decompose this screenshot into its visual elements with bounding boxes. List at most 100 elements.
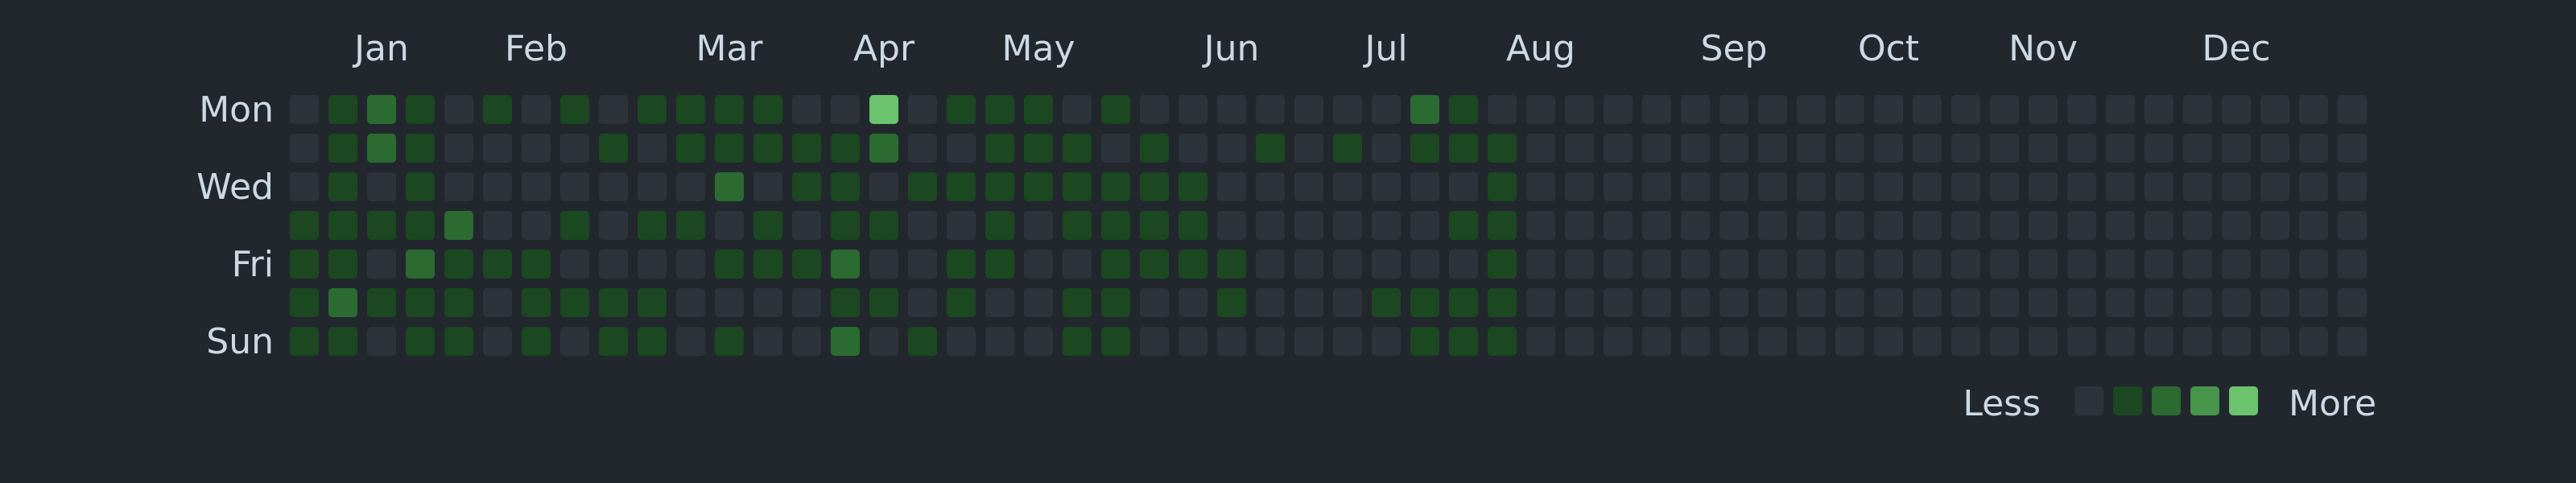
heatmap-cell <box>985 134 1014 163</box>
heatmap-cell <box>1913 327 1942 356</box>
heatmap-cell <box>2183 211 2212 240</box>
heatmap-cell <box>1449 327 1478 356</box>
heatmap-cell <box>792 288 821 317</box>
heatmap-cell <box>2299 327 2328 356</box>
heatmap-cell <box>2029 134 2058 163</box>
heatmap-cell <box>560 327 589 356</box>
heatmap-cell <box>1604 134 1633 163</box>
heatmap-cell <box>2222 288 2251 317</box>
heatmap-cell <box>1449 134 1478 163</box>
heatmap-cell <box>638 250 667 279</box>
heatmap-cell <box>328 95 357 124</box>
heatmap-cell <box>367 211 396 240</box>
heatmap-cell <box>1604 95 1633 124</box>
heatmap-cell <box>715 95 744 124</box>
heatmap-cell <box>1681 327 1710 356</box>
heatmap-cell <box>676 288 705 317</box>
heatmap-cell <box>2183 172 2212 201</box>
heatmap-cell <box>2067 327 2096 356</box>
heatmap-cell <box>406 172 435 201</box>
heatmap-cell <box>2299 250 2328 279</box>
heatmap-cell <box>1372 95 1401 124</box>
contribution-grid <box>290 95 2367 356</box>
heatmap-cell <box>985 211 1014 240</box>
heatmap-cell <box>638 211 667 240</box>
heatmap-cell <box>1565 172 1594 201</box>
heatmap-cell <box>2338 250 2367 279</box>
heatmap-cell <box>1758 211 1787 240</box>
heatmap-cell <box>483 172 512 201</box>
heatmap-cell <box>1642 250 1671 279</box>
heatmap-cell <box>2145 288 2174 317</box>
heatmap-cell <box>1333 134 1362 163</box>
heatmap-cell <box>2106 172 2135 201</box>
heatmap-cell <box>367 172 396 201</box>
heatmap-cell <box>2029 288 2058 317</box>
heatmap-cell <box>1604 288 1633 317</box>
day-label-mon: Mon <box>199 89 274 130</box>
heatmap-cell <box>1101 95 1130 124</box>
heatmap-cell <box>328 327 357 356</box>
heatmap-cell <box>1410 288 1439 317</box>
heatmap-cell <box>1681 172 1710 201</box>
heatmap-cell <box>406 250 435 279</box>
month-label-jul: Jul <box>1362 28 1407 69</box>
heatmap-cell <box>2299 211 2328 240</box>
heatmap-cell <box>908 288 937 317</box>
heatmap-cell <box>1604 172 1633 201</box>
heatmap-cell <box>1179 327 1208 356</box>
heatmap-cell <box>1951 95 1980 124</box>
heatmap-cell <box>1835 327 1864 356</box>
month-labels: Jan Feb Mar Apr May Jun Jul Aug Sep Oct Nov Dec <box>352 28 2270 69</box>
heatmap-cell <box>2222 95 2251 124</box>
heatmap-cell <box>1681 250 1710 279</box>
heatmap-cell <box>1024 172 1053 201</box>
heatmap-cell <box>2222 327 2251 356</box>
heatmap-cell <box>367 134 396 163</box>
heatmap-cell <box>1565 288 1594 317</box>
heatmap-cell <box>2067 95 2096 124</box>
heatmap-cell <box>1526 134 1555 163</box>
heatmap-cell <box>1874 250 1903 279</box>
heatmap-cell <box>2260 250 2289 279</box>
heatmap-cell <box>599 95 628 124</box>
heatmap-cell <box>1217 327 1246 356</box>
heatmap-cell <box>831 134 860 163</box>
heatmap-cell <box>2106 211 2135 240</box>
heatmap-cell <box>1719 95 1748 124</box>
heatmap-cell <box>1526 211 1555 240</box>
heatmap-cell <box>908 327 937 356</box>
heatmap-cell <box>444 250 473 279</box>
heatmap-cell <box>792 327 821 356</box>
heatmap-cell <box>1410 134 1439 163</box>
heatmap-cell <box>444 95 473 124</box>
heatmap-cell <box>2260 172 2289 201</box>
heatmap-cell <box>1526 95 1555 124</box>
heatmap-cell <box>290 250 319 279</box>
heatmap-cell <box>2145 250 2174 279</box>
heatmap-cell <box>290 327 319 356</box>
heatmap-cell <box>947 288 976 317</box>
heatmap-cell <box>328 211 357 240</box>
heatmap-cell <box>1294 172 1323 201</box>
heatmap-cell <box>676 134 705 163</box>
heatmap-cell <box>328 250 357 279</box>
heatmap-cell <box>869 327 898 356</box>
heatmap-cell <box>1333 211 1362 240</box>
heatmap-cell <box>2029 172 2058 201</box>
heatmap-cell <box>2029 327 2058 356</box>
heatmap-cell <box>1024 95 1053 124</box>
heatmap-cell <box>1990 250 2019 279</box>
heatmap-cell <box>483 327 512 356</box>
heatmap-cell <box>1488 250 1517 279</box>
heatmap-cell <box>1217 211 1246 240</box>
heatmap-cell <box>444 211 473 240</box>
heatmap-cell <box>638 95 667 124</box>
heatmap-cell <box>1835 211 1864 240</box>
heatmap-cell <box>483 250 512 279</box>
heatmap-cell <box>676 250 705 279</box>
heatmap-cell <box>328 134 357 163</box>
heatmap-cell <box>2067 288 2096 317</box>
legend-swatch-level-0 <box>2074 386 2103 415</box>
heatmap-cell <box>406 288 435 317</box>
